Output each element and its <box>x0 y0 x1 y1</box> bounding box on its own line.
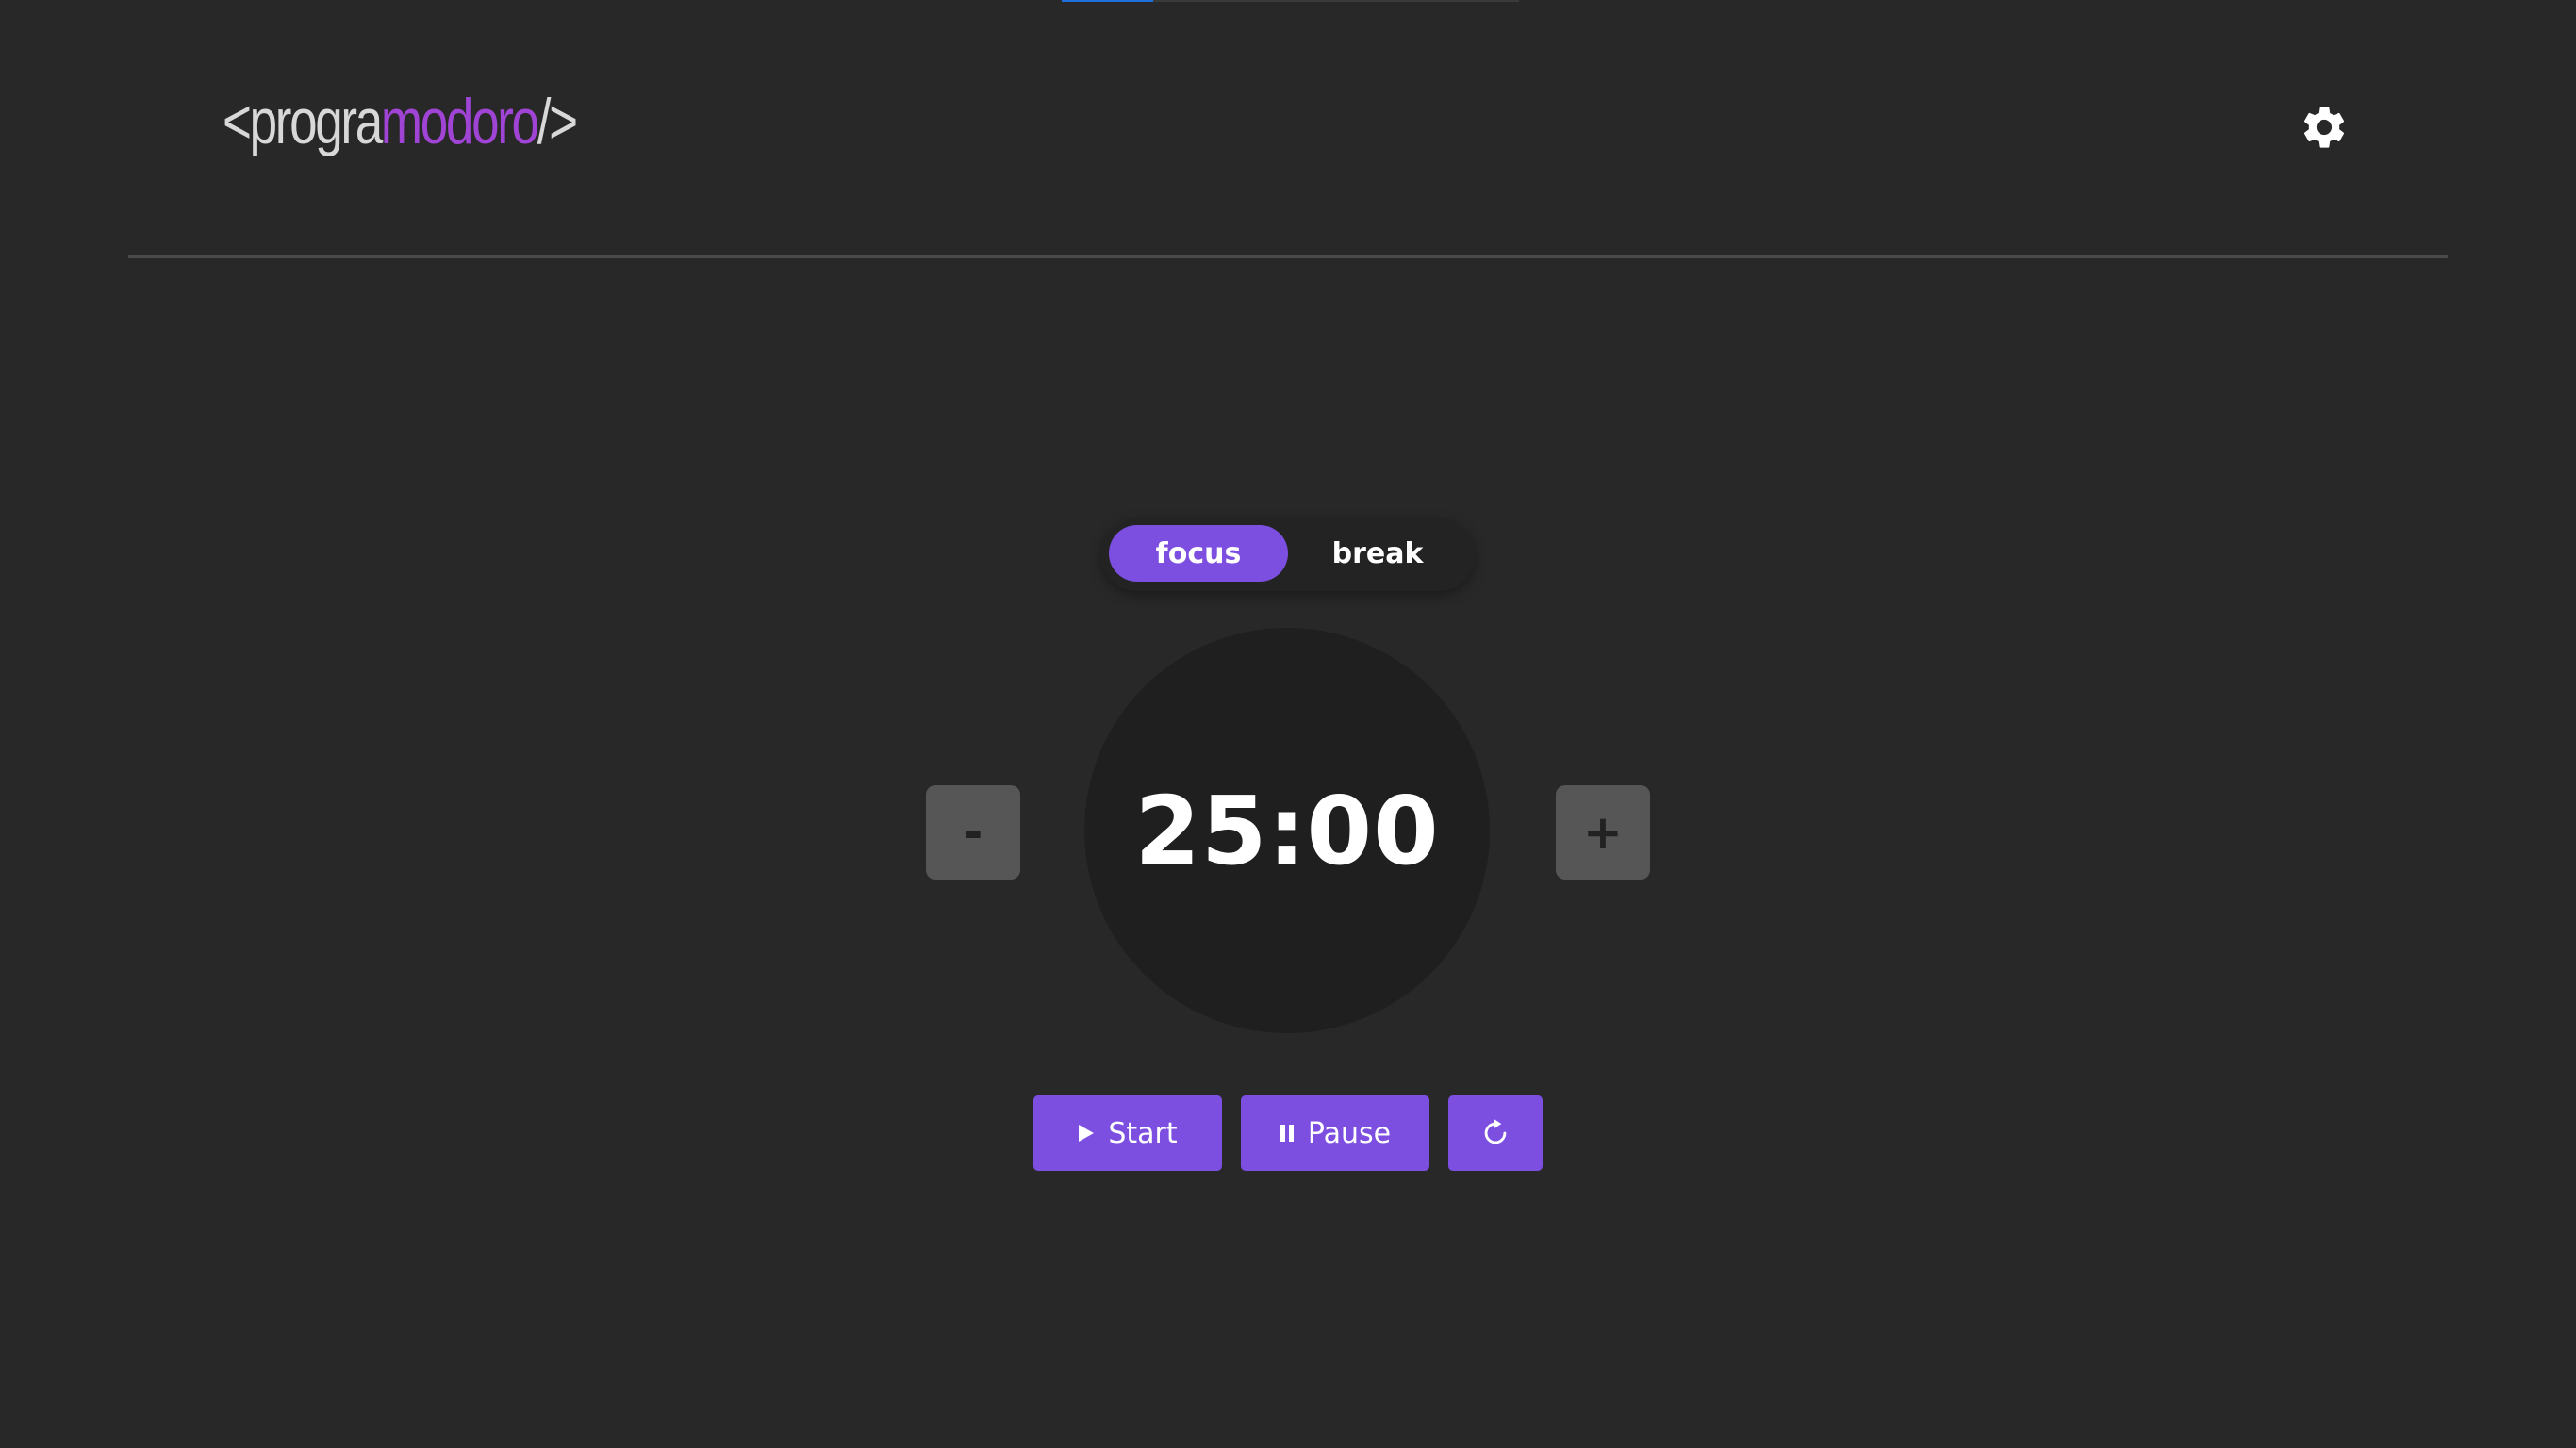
start-button-label: Start <box>1108 1116 1178 1150</box>
increase-time-button[interactable]: + <box>1556 785 1650 880</box>
gear-icon <box>2304 107 2345 148</box>
header-divider <box>128 255 2448 258</box>
play-icon <box>1079 1125 1095 1142</box>
focus-mode-button[interactable]: focus <box>1109 525 1288 582</box>
pause-button[interactable]: Pause <box>1241 1095 1429 1171</box>
mode-toggle: focus break <box>1101 519 1475 591</box>
app-logo: <programodoro/> <box>223 83 578 160</box>
break-mode-button[interactable]: break <box>1288 525 1467 582</box>
pause-icon <box>1280 1125 1294 1142</box>
app-root: <programodoro/> focus break - 25:00 + St… <box>0 0 2576 1448</box>
logo-accent-text: modoro <box>380 86 539 157</box>
timer-display: 25:00 <box>1134 775 1440 886</box>
decrease-time-button[interactable]: - <box>926 785 1020 880</box>
settings-button[interactable] <box>2299 102 2350 153</box>
reset-button[interactable] <box>1448 1095 1543 1171</box>
reset-icon <box>1484 1119 1507 1144</box>
progress-bar-fill <box>1062 0 1153 2</box>
logo-open-text: <progra <box>223 86 383 157</box>
pause-button-label: Pause <box>1307 1116 1392 1150</box>
progress-bar <box>1062 0 1519 2</box>
logo-close-text: /> <box>537 86 578 157</box>
start-button[interactable]: Start <box>1033 1095 1222 1171</box>
timer-circle: 25:00 <box>1084 628 1490 1033</box>
